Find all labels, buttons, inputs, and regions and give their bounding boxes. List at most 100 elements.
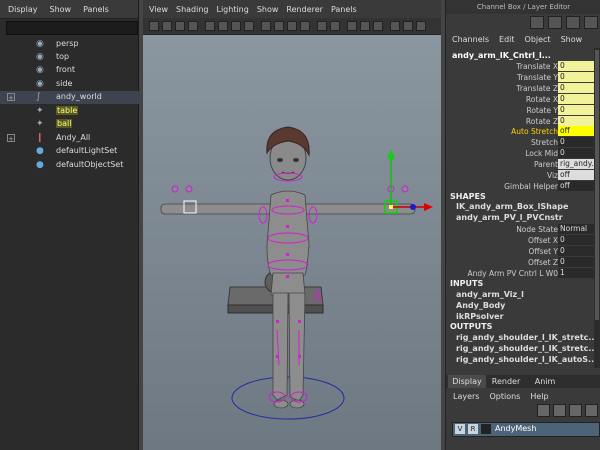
- wireframe-icon[interactable]: [261, 21, 271, 31]
- camera-icon: ◉: [36, 79, 44, 89]
- viewport-menu-renderer[interactable]: Renderer: [286, 5, 323, 14]
- outliner-item-table[interactable]: ✦ table: [0, 105, 139, 118]
- move-layer-down-icon[interactable]: [553, 404, 566, 417]
- outliner-item-persp[interactable]: ◉ persp: [0, 38, 139, 51]
- channel-box-menu-show[interactable]: Show: [561, 35, 583, 44]
- attr-label: Translate X: [516, 62, 558, 71]
- output-node[interactable]: rig_andy_shoulder_l_IK_stretc...: [456, 344, 598, 353]
- attr-stretch[interactable]: Stretch 0: [446, 137, 600, 148]
- attr-label: Translate Y: [516, 73, 558, 82]
- bookmark-icon[interactable]: [175, 21, 185, 31]
- attr-translate-x[interactable]: Translate X0: [446, 61, 600, 72]
- attr-translate-y[interactable]: Translate Y0: [446, 72, 600, 83]
- outliner-menu-show[interactable]: Show: [50, 5, 72, 14]
- layer-display-type-toggle[interactable]: R: [468, 424, 478, 434]
- outliner-item-ball[interactable]: ✦ ball: [0, 118, 139, 131]
- channel-box-scrollbar[interactable]: [594, 48, 600, 368]
- attr-parent[interactable]: Parent rig_andy...: [446, 159, 600, 170]
- inputs-section-label: INPUTS: [450, 279, 484, 288]
- tab-anim[interactable]: Anim: [526, 375, 564, 388]
- resolution-gate-icon[interactable]: [231, 21, 241, 31]
- channel-box-menu-object[interactable]: Object: [525, 35, 551, 44]
- outliner-item-andy-world[interactable]: + ∫ andy_world: [0, 91, 139, 104]
- output-node[interactable]: rig_andy_shoulder_l_IK_autoS...: [456, 355, 597, 364]
- channel-box-menu-channels[interactable]: Channels: [452, 35, 489, 44]
- viewport-menu-shading[interactable]: Shading: [176, 5, 209, 14]
- outliner-item-top[interactable]: ◉ top: [0, 51, 139, 64]
- motion-blur-icon[interactable]: [416, 21, 426, 31]
- outliner-item-default-light-set[interactable]: ● defaultLightSet: [0, 145, 139, 158]
- expand-icon[interactable]: +: [7, 134, 15, 143]
- viewport-menu-view[interactable]: View: [149, 5, 168, 14]
- move-layer-up-icon[interactable]: [537, 404, 550, 417]
- outliner-item-side[interactable]: ◉ side: [0, 78, 139, 91]
- attr-translate-z[interactable]: Translate Z0: [446, 83, 600, 94]
- shape-node[interactable]: IK_andy_arm_Box_lShape: [456, 202, 568, 211]
- attr-label: Andy Arm PV Cntrl L W0: [467, 269, 558, 278]
- xray-joints-icon[interactable]: [360, 21, 370, 31]
- viewport-menu-lighting[interactable]: Lighting: [216, 5, 248, 14]
- camera-attributes-icon[interactable]: [162, 21, 172, 31]
- textured-icon[interactable]: [300, 21, 310, 31]
- layer-row[interactable]: V R AndyMesh: [452, 422, 600, 437]
- input-node[interactable]: ikRPsolver: [456, 312, 504, 321]
- attr-label: Rotate X: [525, 95, 558, 104]
- isolate-select-icon[interactable]: [373, 21, 383, 31]
- outliner-item-front[interactable]: ◉ front: [0, 64, 139, 77]
- layer-visibility-toggle[interactable]: V: [455, 424, 465, 434]
- gate-mask-icon[interactable]: [244, 21, 254, 31]
- new-layer-from-selection-icon[interactable]: [585, 404, 598, 417]
- attribute-editor-icon[interactable]: [548, 16, 562, 29]
- attr-viz[interactable]: Viz off: [446, 170, 600, 181]
- attr-rotate-y[interactable]: Rotate Y0: [446, 105, 600, 116]
- tool-settings-icon[interactable]: [566, 16, 580, 29]
- new-layer-icon[interactable]: [569, 404, 582, 417]
- xray-icon[interactable]: [347, 21, 357, 31]
- attr-node-state[interactable]: Node State Normal: [446, 224, 600, 235]
- select-camera-icon[interactable]: [149, 21, 159, 31]
- shadows-icon[interactable]: [330, 21, 340, 31]
- layer-color-swatch[interactable]: [481, 424, 491, 434]
- layer-menu-help[interactable]: Help: [530, 392, 548, 401]
- layer-menu-options[interactable]: Options: [489, 392, 520, 401]
- smooth-shade-icon[interactable]: [274, 21, 284, 31]
- attr-pv-weight[interactable]: Andy Arm PV Cntrl L W0 1: [446, 268, 600, 279]
- attr-offset-x[interactable]: Offset X0: [446, 235, 600, 246]
- tab-display[interactable]: Display: [448, 375, 486, 388]
- image-plane-icon[interactable]: [188, 21, 198, 31]
- film-gate-icon[interactable]: [218, 21, 228, 31]
- tab-render[interactable]: Render: [487, 375, 525, 388]
- outliner-menu-panels[interactable]: Panels: [83, 5, 109, 14]
- high-quality-icon[interactable]: [390, 21, 400, 31]
- lights-icon[interactable]: [317, 21, 327, 31]
- output-node[interactable]: rig_andy_shoulder_l_IK_stretc...: [456, 333, 598, 342]
- attr-gimbal-helper[interactable]: Gimbal Helper off: [446, 181, 600, 192]
- input-node[interactable]: andy_arm_Viz_l: [456, 290, 524, 299]
- scrollbar-thumb[interactable]: [595, 50, 599, 320]
- outliner-item-default-object-set[interactable]: ● defaultObjectSet: [0, 159, 139, 172]
- viewport-menu-show[interactable]: Show: [257, 5, 279, 14]
- ambient-occlusion-icon[interactable]: [403, 21, 413, 31]
- channel-box-menu-edit[interactable]: Edit: [499, 35, 515, 44]
- viewport-panel[interactable]: View Shading Lighting Show Renderer Pane…: [143, 0, 441, 450]
- viewport-scene[interactable]: [143, 35, 441, 450]
- input-node[interactable]: Andy_Body: [456, 301, 505, 310]
- layer-editor-icon[interactable]: [584, 16, 598, 29]
- outliner-item-andy-all[interactable]: + ❙ Andy_All: [0, 132, 139, 145]
- outliner-menu-display[interactable]: Display: [8, 5, 38, 14]
- attr-rotate-x[interactable]: Rotate X0: [446, 94, 600, 105]
- shape-node[interactable]: andy_arm_PV_l_PVCnstr: [456, 213, 563, 222]
- channel-box-toggle-icon[interactable]: [530, 16, 544, 29]
- outliner-item-label: defaultLightSet: [56, 146, 118, 155]
- layer-menu-layers[interactable]: Layers: [453, 392, 479, 401]
- grid-icon[interactable]: [205, 21, 215, 31]
- attr-offset-y[interactable]: Offset Y0: [446, 246, 600, 257]
- attr-auto-stretch[interactable]: Auto Stretch off: [446, 126, 600, 137]
- attr-lock-mid[interactable]: Lock Mid 0: [446, 148, 600, 159]
- expand-icon[interactable]: +: [7, 93, 15, 102]
- outliner-item-label: side: [56, 79, 73, 88]
- wireframe-on-shaded-icon[interactable]: [287, 21, 297, 31]
- viewport-menu-panels[interactable]: Panels: [331, 5, 357, 14]
- attr-offset-z[interactable]: Offset Z0: [446, 257, 600, 268]
- outliner-search-input[interactable]: [6, 21, 138, 35]
